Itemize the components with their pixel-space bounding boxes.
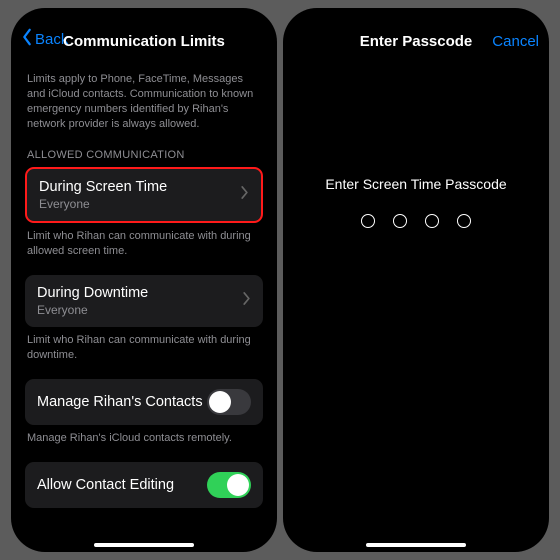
passcode-dots (297, 214, 535, 228)
cell-during-downtime[interactable]: During Downtime Everyone (25, 275, 263, 327)
content-right: Enter Screen Time Passcode (283, 56, 549, 552)
manage-contacts-switch[interactable] (207, 389, 251, 415)
back-label: Back (35, 31, 68, 48)
intro-text: Limits apply to Phone, FaceTime, Message… (27, 72, 261, 131)
navbar-left: Back Communication Limits (11, 8, 277, 56)
cell-subtitle: Everyone (37, 303, 243, 317)
cell-title: During Downtime (37, 285, 243, 301)
back-button[interactable]: Back (21, 28, 68, 50)
home-indicator[interactable] (94, 543, 194, 547)
chevron-left-icon (21, 28, 33, 50)
passcode-area: Enter Screen Time Passcode (297, 176, 535, 228)
cell-title: During Screen Time (39, 179, 241, 195)
cell-title: Manage Rihan's Contacts (37, 394, 207, 410)
switch-knob (227, 474, 249, 496)
footer-during-downtime: Limit who Rihan can communicate with dur… (27, 333, 261, 363)
passcode-dot (425, 214, 439, 228)
cell-allow-editing[interactable]: Allow Contact Editing (25, 462, 263, 508)
chevron-right-icon (241, 186, 249, 204)
footer-manage-contacts: Manage Rihan's iCloud contacts remotely. (27, 431, 261, 446)
passcode-dot (393, 214, 407, 228)
chevron-right-icon (243, 292, 251, 310)
phone-left: Back Communication Limits Limits apply t… (11, 8, 277, 552)
phone-right: Enter Passcode Cancel Enter Screen Time … (283, 8, 549, 552)
cell-during-screen-time[interactable]: During Screen Time Everyone (25, 167, 263, 223)
cell-title: Allow Contact Editing (37, 477, 207, 493)
cell-manage-contacts[interactable]: Manage Rihan's Contacts (25, 379, 263, 425)
content-left: Limits apply to Phone, FaceTime, Message… (11, 56, 277, 552)
allow-editing-switch[interactable] (207, 472, 251, 498)
passcode-prompt: Enter Screen Time Passcode (297, 176, 535, 192)
cell-subtitle: Everyone (39, 197, 241, 211)
cancel-button[interactable]: Cancel (492, 33, 539, 50)
cell-text: During Downtime Everyone (37, 285, 243, 317)
cell-text: During Screen Time Everyone (39, 179, 241, 211)
passcode-dot (457, 214, 471, 228)
navbar-right: Enter Passcode Cancel (283, 8, 549, 56)
passcode-dot (361, 214, 375, 228)
switch-knob (209, 391, 231, 413)
home-indicator[interactable] (366, 543, 466, 547)
section-header: ALLOWED COMMUNICATION (27, 149, 261, 161)
footer-during-screen-time: Limit who Rihan can communicate with dur… (27, 229, 261, 259)
